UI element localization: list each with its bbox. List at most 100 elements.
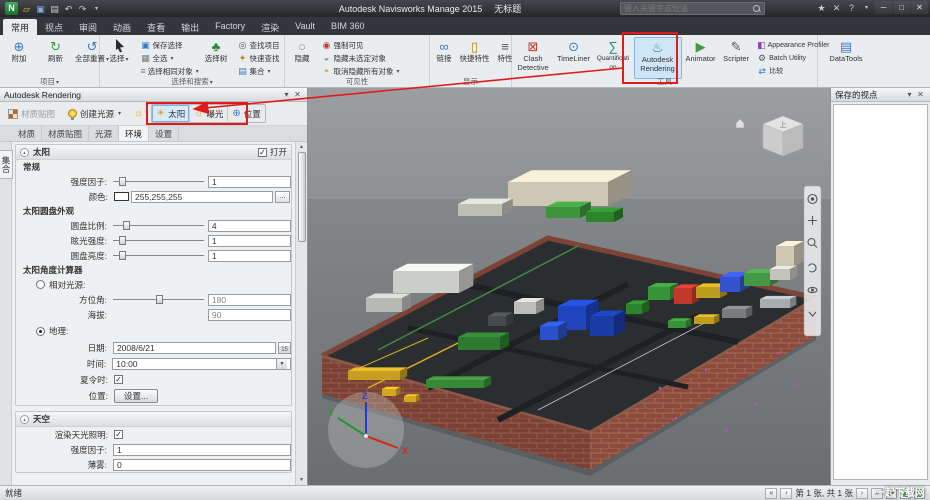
clash-detective-button[interactable]: ⊠ Clash Detective <box>514 37 552 79</box>
disk-scale-value[interactable]: 4 <box>207 219 291 232</box>
sun-intensity-slider[interactable] <box>112 176 204 187</box>
unhide-all-button[interactable]: ◓ 取消隐藏所有对象 <box>320 65 420 77</box>
tab-vault[interactable]: Vault <box>287 19 323 35</box>
save-selection-button[interactable]: ▣ 保存选择 <box>139 39 197 51</box>
timeliner-button[interactable]: ⊙ TimeLiner <box>555 37 593 79</box>
selection-tree-button[interactable]: ♣ 选择树 <box>199 37 233 79</box>
quick-find-button[interactable]: ✦ 快速查找 <box>236 52 288 64</box>
sun-on-checkbox[interactable] <box>257 147 267 157</box>
save-icon[interactable]: ▣ <box>35 3 46 15</box>
autodesk-rendering-button[interactable]: ♨ Autodesk Rendering <box>633 37 682 79</box>
select-same-button[interactable]: ≡ 选择相同对象 <box>139 65 197 77</box>
dst-checkbox[interactable] <box>114 375 123 384</box>
geographic-radio[interactable] <box>36 326 45 336</box>
rendering-panel-titlebar[interactable]: Autodesk Rendering ▾ ✕ <box>0 88 307 102</box>
exposure-toggle-button[interactable]: ☼ 曝光 <box>190 105 229 122</box>
collapse-chevron-icon[interactable]: ▴ <box>20 147 29 157</box>
panel-pin-icon[interactable]: ▾ <box>281 90 292 99</box>
refresh-button[interactable]: ↻ 刷新 <box>39 37 73 79</box>
azimuth-value[interactable]: 180 <box>207 293 291 306</box>
panel-close-icon[interactable]: ✕ <box>292 90 303 99</box>
quantification-button[interactable]: ∑ Quantification <box>595 37 631 79</box>
glow-intensity-value[interactable]: 1 <box>207 234 291 247</box>
datatools-button[interactable]: ▤ DataTools <box>820 37 872 79</box>
tab-settings[interactable]: 设置 <box>149 126 180 141</box>
color-swatch[interactable] <box>114 192 129 201</box>
material-mapping-button[interactable]: 材质贴图 <box>3 105 60 123</box>
time-combo[interactable]: 10:00 ▼ <box>112 358 291 370</box>
disk-scale-slider[interactable] <box>112 220 204 231</box>
undo-icon[interactable]: ↶ <box>63 3 74 15</box>
require-button[interactable]: ◉ 强制可见 <box>320 39 420 51</box>
collapse-chevron-icon[interactable]: ▴ <box>20 414 29 424</box>
slider-thumb[interactable] <box>122 221 130 230</box>
panel-close-icon[interactable]: ✕ <box>915 90 926 99</box>
tab-home[interactable]: 常用 <box>3 19 38 35</box>
scroll-thumb[interactable] <box>297 152 306 242</box>
selection-group-label[interactable]: 选择和搜索 <box>100 77 284 87</box>
render-skylight-checkbox[interactable] <box>114 430 123 439</box>
qat-dropdown-icon[interactable]: ▾ <box>91 3 102 15</box>
sun-section-header[interactable]: ▴ 太阳 打开 <box>16 145 291 160</box>
help-dropdown-icon[interactable]: ▾ <box>861 2 872 14</box>
project-group-label[interactable]: 项目 <box>0 77 99 87</box>
disk-brightness-value[interactable]: 1 <box>207 249 291 262</box>
help-search-box[interactable] <box>620 2 765 15</box>
sun-intensity-value[interactable]: 1 <box>207 175 291 188</box>
previous-sheet-icon[interactable]: ‹ <box>780 487 793 499</box>
tab-environments[interactable]: 环境 <box>119 126 150 141</box>
slider-thumb[interactable] <box>118 251 126 260</box>
tab-viewpoint[interactable]: 视点 <box>37 19 71 35</box>
sun-position-button[interactable]: ☼ <box>129 105 148 123</box>
tab-animation[interactable]: 动画 <box>105 19 139 35</box>
calendar-icon[interactable]: 15 <box>278 342 291 354</box>
viewcube-top-label[interactable]: 上 <box>780 120 787 129</box>
location-toggle-button[interactable]: ⊕ 位置 <box>228 105 264 122</box>
tab-output[interactable]: 输出 <box>173 19 207 35</box>
azimuth-slider[interactable] <box>112 294 204 305</box>
slider-thumb[interactable] <box>118 236 126 245</box>
sun-color-value[interactable]: 255,255,255 <box>131 190 273 203</box>
maximize-button[interactable]: □ <box>893 1 910 14</box>
location-settings-button[interactable]: 设置... <box>114 389 159 403</box>
sky-intensity-value[interactable]: 1 <box>112 443 291 456</box>
haze-value[interactable]: 0 <box>112 458 291 471</box>
quick-properties-button[interactable]: ▯ 快捷特性 <box>459 37 491 79</box>
sky-section-header[interactable]: ▴ 天空 <box>16 412 291 427</box>
print-icon[interactable]: ▤ <box>49 3 60 15</box>
hide-button[interactable]: ○ 隐藏 <box>287 37 317 79</box>
slider-thumb[interactable] <box>155 295 163 304</box>
viewport-3d[interactable]: 上 Z X Y <box>308 88 830 485</box>
relative-light-radio[interactable] <box>36 280 45 289</box>
links-button[interactable]: ∞ 链接 <box>432 37 456 79</box>
altitude-value[interactable]: 90 <box>207 308 291 321</box>
next-sheet-icon[interactable]: › <box>856 487 868 499</box>
tab-lighting[interactable]: 光源 <box>89 126 120 141</box>
search-icon[interactable] <box>753 4 761 13</box>
chevron-down-icon[interactable]: ▼ <box>276 359 287 369</box>
date-value[interactable]: 2008/6/21 <box>112 342 277 354</box>
exchange-apps-icon[interactable]: ✕ <box>831 2 842 14</box>
minimize-button[interactable]: ─ <box>875 1 892 14</box>
tab-review[interactable]: 审阅 <box>71 19 105 35</box>
help-icon[interactable]: ? <box>846 2 857 14</box>
slider-thumb[interactable] <box>118 177 126 186</box>
select-all-button[interactable]: ▦ 全选 <box>139 52 197 64</box>
saved-viewpoints-titlebar[interactable]: 保存的视点 ▾ ✕ <box>831 88 930 102</box>
find-items-button[interactable]: ◎ 查找项目 <box>236 39 288 51</box>
tab-material-mapping[interactable]: 材质贴图 <box>42 126 90 141</box>
select-button[interactable]: 选择 <box>102 37 136 79</box>
redo-icon[interactable]: ↷ <box>77 3 88 15</box>
tab-render[interactable]: 渲染 <box>253 19 287 35</box>
tab-bim360[interactable]: BIM 360 <box>323 19 373 35</box>
animator-button[interactable]: ▶ Animator <box>684 37 717 79</box>
disk-brightness-slider[interactable] <box>112 250 204 261</box>
hide-unselected-button[interactable]: ◒ 隐藏未选定对象 <box>320 52 420 64</box>
navisworks-app-icon[interactable]: N <box>5 2 18 15</box>
tab-view[interactable]: 查看 <box>139 19 173 35</box>
panel-pin-icon[interactable]: ▾ <box>904 90 915 99</box>
panel-scrollbar[interactable]: ▲ ▼ <box>295 142 307 485</box>
scroll-down-icon[interactable]: ▼ <box>299 475 304 485</box>
navigation-bar[interactable] <box>803 185 822 337</box>
color-picker-button[interactable]: ... <box>275 190 290 203</box>
